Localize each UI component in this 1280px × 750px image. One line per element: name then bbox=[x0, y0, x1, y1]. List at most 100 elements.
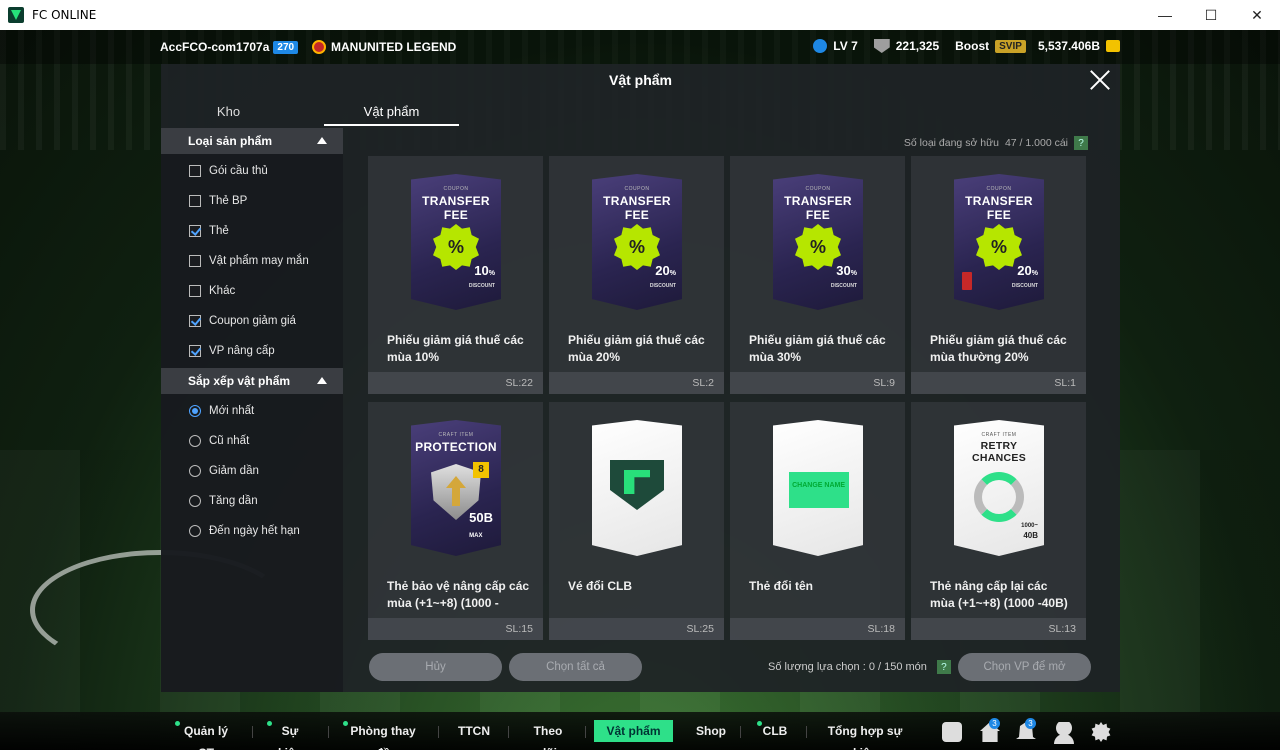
nav-phong-thay-do[interactable]: Phòng thay đồ bbox=[343, 720, 418, 750]
item-name: Phiếu giảm giá thuế các mùa 10% bbox=[387, 333, 524, 364]
item-name: Phiếu giảm giá thuế các mùa 20% bbox=[568, 333, 705, 364]
item-name: Thẻ đổi tên bbox=[749, 579, 813, 593]
item-card[interactable]: CRAFT ITEM PROTECTION 8 50B MAX Thẻ bảo v… bbox=[368, 402, 543, 640]
filter-sidebar: Loại sản phẩm Gói cầu thủ Thẻ BP Thẻ Vật… bbox=[161, 128, 343, 692]
checkbox-checked-icon[interactable] bbox=[189, 345, 201, 357]
sort-option[interactable]: Tăng dần bbox=[161, 486, 343, 516]
item-card[interactable]: COUPON TRANSFER FEE % 20% DISCOUNT Phiếu … bbox=[911, 156, 1086, 394]
points-shield-icon bbox=[873, 39, 890, 53]
item-quantity: SL:1 bbox=[911, 372, 1086, 394]
account-name[interactable]: AccFCO-com1707a bbox=[160, 40, 269, 54]
filter-option[interactable]: Gói cầu thủ bbox=[161, 156, 343, 186]
account-level-badge: 270 bbox=[273, 40, 299, 54]
item-card[interactable]: Vé đổi CLB SL:25 bbox=[549, 402, 724, 640]
filter-option[interactable]: Khác bbox=[161, 276, 343, 306]
item-name: Thẻ nâng cấp lại các mùa (+1~+8) (1000 -… bbox=[930, 579, 1068, 610]
percent-badge-icon: % bbox=[614, 224, 660, 270]
help-icon[interactable]: ? bbox=[936, 660, 951, 674]
radio-selected-icon[interactable] bbox=[189, 405, 201, 417]
svip-badge: SVIP bbox=[995, 39, 1026, 53]
coin-balance: 5,537.406B bbox=[1037, 39, 1100, 53]
fc-logo-icon bbox=[610, 460, 664, 510]
radio-icon[interactable] bbox=[189, 465, 201, 477]
chat-icon[interactable] bbox=[942, 722, 962, 742]
item-card[interactable]: COUPON TRANSFER FEE % 10% DISCOUNT Phiếu … bbox=[368, 156, 543, 394]
sort-option[interactable]: Mới nhất bbox=[161, 396, 343, 426]
window-title: FC ONLINE bbox=[32, 8, 97, 22]
filter-option[interactable]: Thẻ bbox=[161, 216, 343, 246]
sort-option[interactable]: Đến ngày hết hạn bbox=[161, 516, 343, 546]
filter-option[interactable]: Coupon giảm giá bbox=[161, 306, 343, 336]
item-quantity: SL:25 bbox=[549, 618, 724, 640]
item-name: Thẻ bảo vệ nâng cấp các mùa (+1~+8) (100… bbox=[387, 579, 530, 610]
item-quantity: SL:9 bbox=[730, 372, 905, 394]
transfer-fee-coupon-image: COUPON TRANSFER FEE % 10% DISCOUNT bbox=[411, 174, 501, 310]
nav-shop[interactable]: Shop bbox=[696, 720, 726, 742]
percent-badge-icon: % bbox=[795, 224, 841, 270]
checkbox-icon[interactable] bbox=[189, 285, 201, 297]
boost-label: Boost bbox=[955, 39, 990, 53]
modal-close-button[interactable] bbox=[1088, 68, 1112, 92]
modal-title: Vật phẩm bbox=[608, 72, 672, 88]
select-all-button[interactable]: Chọn tất cả bbox=[509, 653, 642, 681]
club-name: MANUNITED LEGEND bbox=[331, 40, 457, 54]
bottom-navigation: Quản lý CT Sự kiện Phòng thay đồ TTCN Th… bbox=[0, 712, 1280, 750]
checkbox-icon[interactable] bbox=[189, 195, 201, 207]
sort-header[interactable]: Sắp xếp vật phẩm bbox=[161, 368, 343, 394]
tab-vat-pham[interactable]: Vật phẩm bbox=[324, 100, 459, 126]
nav-tong-hop-su-kien[interactable]: Tổng hợp sự kiện bbox=[824, 720, 906, 750]
top-status-bar: AccFCO-com1707a 270 MANUNITED LEGEND LV … bbox=[0, 30, 1280, 64]
nav-su-kien[interactable]: Sự kiện bbox=[267, 720, 308, 750]
radio-icon[interactable] bbox=[189, 435, 201, 447]
home-notification-badge: 3 bbox=[989, 718, 1000, 729]
nav-theo-doi[interactable]: Theo dõi bbox=[527, 720, 569, 750]
window-titlebar: FC ONLINE — ☐ ✕ bbox=[0, 0, 1280, 30]
points-value: 221,325 bbox=[895, 39, 940, 53]
coin-icon bbox=[1106, 40, 1120, 52]
item-quantity: SL:2 bbox=[549, 372, 724, 394]
item-card[interactable]: CHANGE NAME Thẻ đổi tên SL:18 bbox=[730, 402, 905, 640]
item-card[interactable]: CRAFT ITEM RETRY CHANCES 1000~ 40B Thẻ nâ… bbox=[911, 402, 1086, 640]
retry-chances-card-image: CRAFT ITEM RETRY CHANCES 1000~ 40B bbox=[954, 420, 1044, 556]
item-quantity: SL:18 bbox=[730, 618, 905, 640]
club-crest-icon bbox=[312, 40, 326, 54]
item-quantity: SL:22 bbox=[368, 372, 543, 394]
checkbox-icon[interactable] bbox=[189, 255, 201, 267]
item-name: Phiếu giảm giá thuế các mùa 30% bbox=[749, 333, 886, 364]
item-card[interactable]: COUPON TRANSFER FEE % 30% DISCOUNT Phiếu … bbox=[730, 156, 905, 394]
nav-quan-ly-ct[interactable]: Quản lý CT bbox=[175, 720, 232, 750]
selection-count: Số lượng lựa chọn : 0 / 150 món ? bbox=[768, 660, 951, 674]
checkbox-checked-icon[interactable] bbox=[189, 315, 201, 327]
product-type-header[interactable]: Loại sản phẩm bbox=[161, 128, 343, 154]
nav-clb[interactable]: CLB bbox=[757, 720, 788, 742]
cancel-button[interactable]: Hủy bbox=[369, 653, 502, 681]
tab-kho[interactable]: Kho bbox=[161, 100, 296, 126]
window-close-button[interactable]: ✕ bbox=[1234, 0, 1280, 30]
transfer-fee-coupon-image: COUPON TRANSFER FEE % 20% DISCOUNT bbox=[954, 174, 1044, 310]
settings-gear-icon[interactable] bbox=[1091, 722, 1111, 742]
filter-option[interactable]: Thẻ BP bbox=[161, 186, 343, 216]
radio-icon[interactable] bbox=[189, 525, 201, 537]
item-card[interactable]: COUPON TRANSFER FEE % 20% DISCOUNT Phiếu … bbox=[549, 156, 724, 394]
percent-badge-icon: % bbox=[433, 224, 479, 270]
name-change-card-image: CHANGE NAME bbox=[773, 420, 863, 556]
nav-vat-pham[interactable]: Vật phẩm bbox=[594, 720, 673, 742]
filter-option[interactable]: VP nâng cấp bbox=[161, 336, 343, 366]
sort-option[interactable]: Giảm dần bbox=[161, 456, 343, 486]
radio-icon[interactable] bbox=[189, 495, 201, 507]
owned-count: Số loại đang sở hữu 47 / 1.000 cái ? bbox=[904, 136, 1088, 150]
maximize-button[interactable]: ☐ bbox=[1188, 0, 1234, 30]
item-quantity: SL:15 bbox=[368, 618, 543, 640]
open-items-button[interactable]: Chọn VP để mở bbox=[958, 653, 1091, 681]
nav-ttcn[interactable]: TTCN bbox=[458, 720, 490, 742]
checkbox-icon[interactable] bbox=[189, 165, 201, 177]
transfer-fee-coupon-image: COUPON TRANSFER FEE % 20% DISCOUNT bbox=[592, 174, 682, 310]
filter-option[interactable]: Vật phẩm may mắn bbox=[161, 246, 343, 276]
percent-badge-icon: % bbox=[976, 224, 1022, 270]
modal-tabs: Kho Vật phẩm bbox=[161, 100, 461, 126]
help-icon[interactable]: ? bbox=[1074, 136, 1088, 150]
collapse-arrow-icon bbox=[317, 377, 327, 384]
sort-option[interactable]: Cũ nhất bbox=[161, 426, 343, 456]
minimize-button[interactable]: — bbox=[1142, 0, 1188, 30]
checkbox-checked-icon[interactable] bbox=[189, 225, 201, 237]
